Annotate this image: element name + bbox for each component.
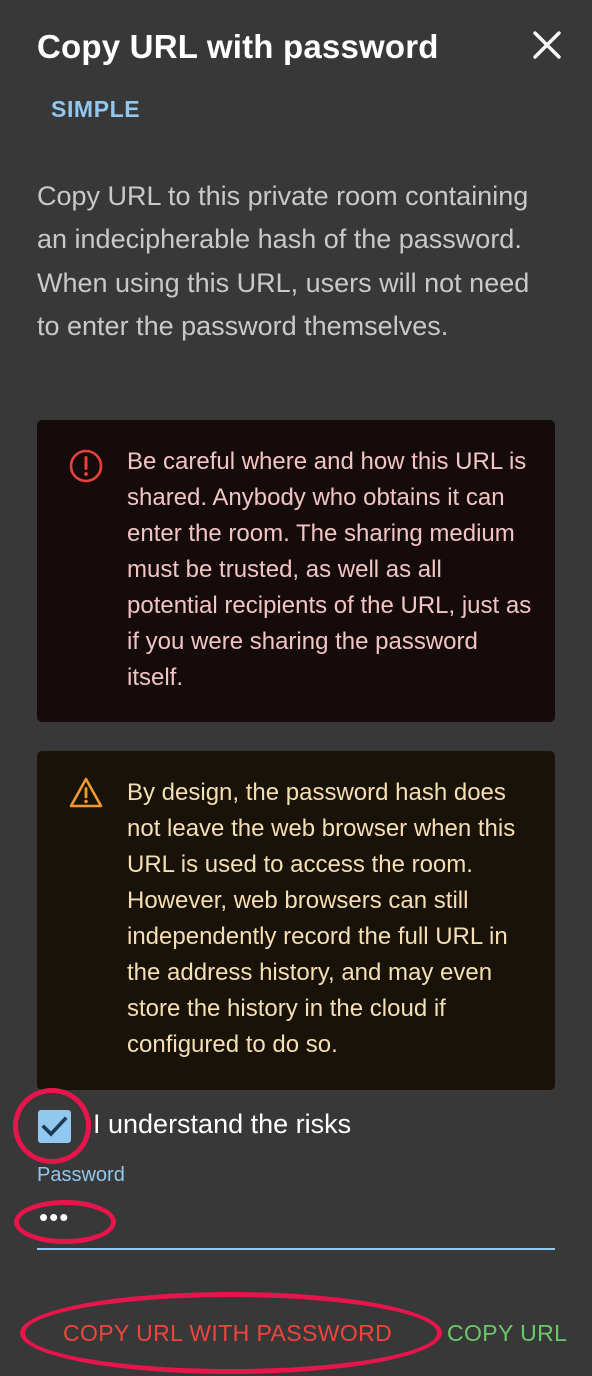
dialog-title: Copy URL with password [37, 28, 439, 65]
tab-simple[interactable]: SIMPLE [51, 96, 140, 123]
intro-text: Copy URL to this private room containing… [37, 181, 530, 341]
copy-url-button[interactable]: COPY URL [447, 1320, 567, 1347]
warning-triangle-icon [69, 777, 103, 808]
copy-url-with-password-button[interactable]: COPY URL WITH PASSWORD [63, 1320, 392, 1347]
understand-risks-checkbox[interactable] [38, 1110, 71, 1143]
error-alert: Be careful where and how this URL is sha… [37, 420, 555, 722]
understand-risks-label[interactable]: I understand the risks [93, 1109, 351, 1140]
password-label: Password [37, 1164, 125, 1186]
close-icon [533, 31, 561, 59]
warning-alert-text: By design, the password hash does not le… [127, 779, 516, 1058]
error-circle-icon [69, 449, 103, 483]
password-highlight-ring [14, 1200, 116, 1244]
check-icon [41, 1116, 68, 1137]
error-alert-text: Be careful where and how this URL is sha… [127, 448, 532, 691]
warning-alert: By design, the password hash does not le… [37, 751, 555, 1090]
close-button[interactable] [530, 28, 564, 62]
copy-url-dialog: Copy URL with password SIMPLE Copy URL t… [0, 0, 592, 1376]
